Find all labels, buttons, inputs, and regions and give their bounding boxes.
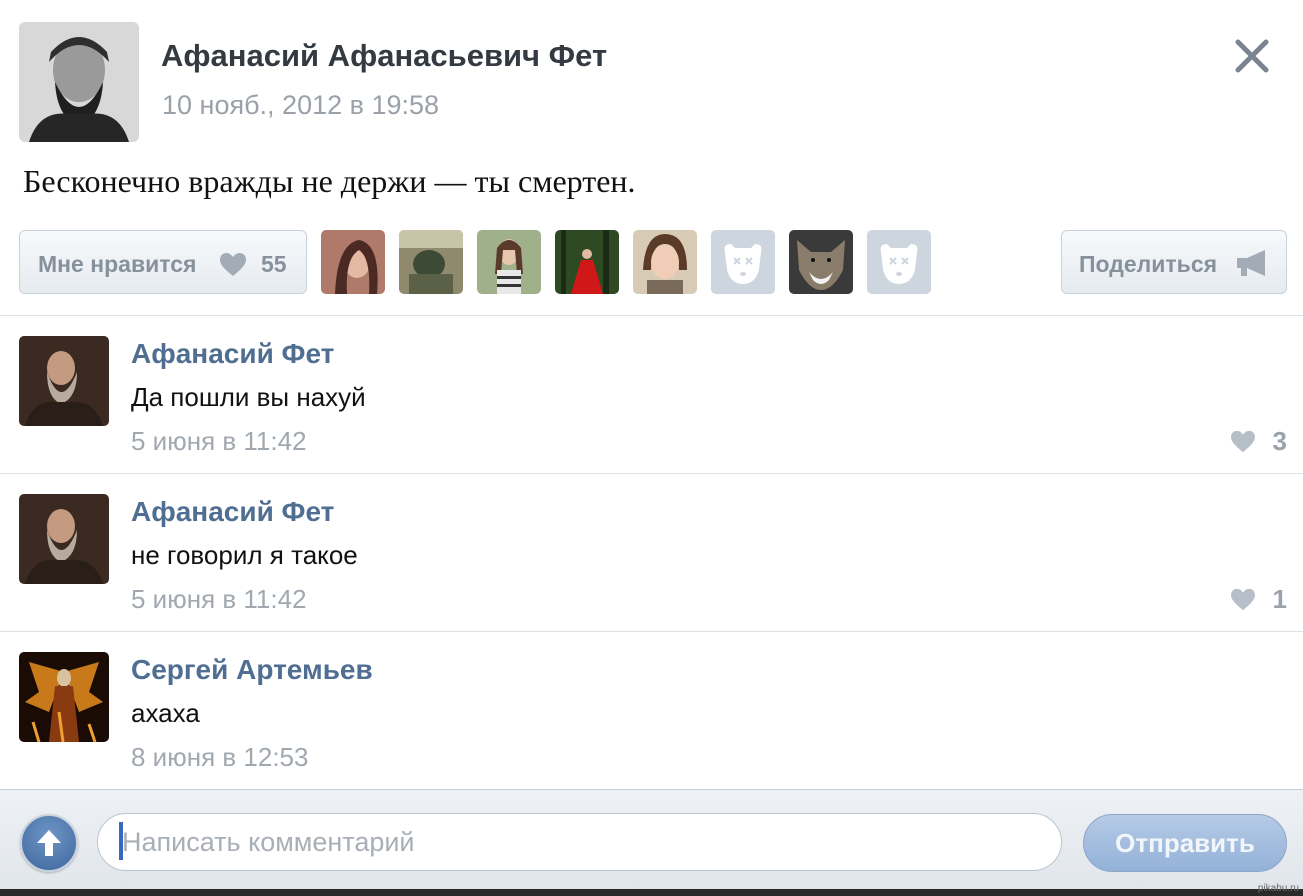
comment-date: 8 июня в 12:53 [131, 742, 309, 772]
comment-date: 5 июня в 11:42 [131, 584, 307, 614]
comment-avatar[interactable] [19, 336, 109, 426]
send-button[interactable]: Отправить [1083, 814, 1287, 872]
comment-text: ахаха [131, 698, 200, 728]
liker-avatar[interactable] [555, 230, 619, 294]
attach-button[interactable] [20, 814, 78, 872]
like-button-label: Мне нравится [38, 251, 197, 277]
post-date: 10 нояб., 2012 в 19:58 [162, 90, 440, 120]
comment-avatar[interactable] [19, 494, 109, 584]
comment-text: Да пошли вы нахуй [131, 382, 366, 412]
comment-like-button[interactable]: 1 [1227, 584, 1287, 614]
close-icon[interactable] [1234, 38, 1270, 74]
comment-author[interactable]: Афанасий Фет [131, 338, 334, 370]
comment-avatar[interactable] [19, 652, 109, 742]
comment-input[interactable] [97, 813, 1062, 871]
comment-item: Сергей Артемьев ахаха 8 июня в 12:53 [0, 632, 1303, 788]
arrow-up-icon [37, 830, 61, 856]
heart-icon [219, 252, 247, 277]
liker-avatar[interactable] [477, 230, 541, 294]
deactivated-dog-icon[interactable] [711, 230, 775, 294]
megaphone-icon [1235, 248, 1271, 278]
share-button-label: Поделиться [1079, 251, 1218, 277]
heart-icon [1230, 430, 1256, 453]
comment-text: не говорил я такое [131, 540, 358, 570]
bottom-strip [0, 889, 1303, 896]
post-text: Бесконечно вражды не держи — ты смертен. [23, 163, 636, 199]
text-cursor [119, 822, 123, 860]
comment-item: Афанасий Фет Да пошли вы нахуй 5 июня в … [0, 316, 1303, 472]
comment-author[interactable]: Сергей Артемьев [131, 654, 373, 686]
liker-avatar[interactable] [633, 230, 697, 294]
comment-like-button[interactable]: 3 [1227, 426, 1287, 456]
like-button[interactable]: Мне нравится 55 [19, 230, 307, 294]
comment-date: 5 июня в 11:42 [131, 426, 307, 456]
deactivated-dog-icon[interactable] [867, 230, 931, 294]
liker-avatar[interactable] [321, 230, 385, 294]
author-avatar[interactable] [19, 22, 139, 142]
comment-author[interactable]: Афанасий Фет [131, 496, 334, 528]
like-count: 55 [261, 251, 287, 277]
comment-item: Афанасий Фет не говорил я такое 5 июня в… [0, 474, 1303, 630]
watermark: pikabu.ru [1257, 883, 1299, 894]
post-header: Афанасий Афанасьевич Фет 10 нояб., 2012 … [0, 0, 1303, 150]
liker-avatar[interactable] [399, 230, 463, 294]
heart-icon [1230, 588, 1256, 611]
share-button[interactable]: Поделиться [1061, 230, 1287, 294]
comment-like-count: 1 [1272, 584, 1287, 614]
liker-avatar[interactable] [789, 230, 853, 294]
comment-composer: Отправить [0, 789, 1303, 889]
post-author-name[interactable]: Афанасий Афанасьевич Фет [161, 38, 607, 74]
comment-like-count: 3 [1272, 426, 1287, 456]
